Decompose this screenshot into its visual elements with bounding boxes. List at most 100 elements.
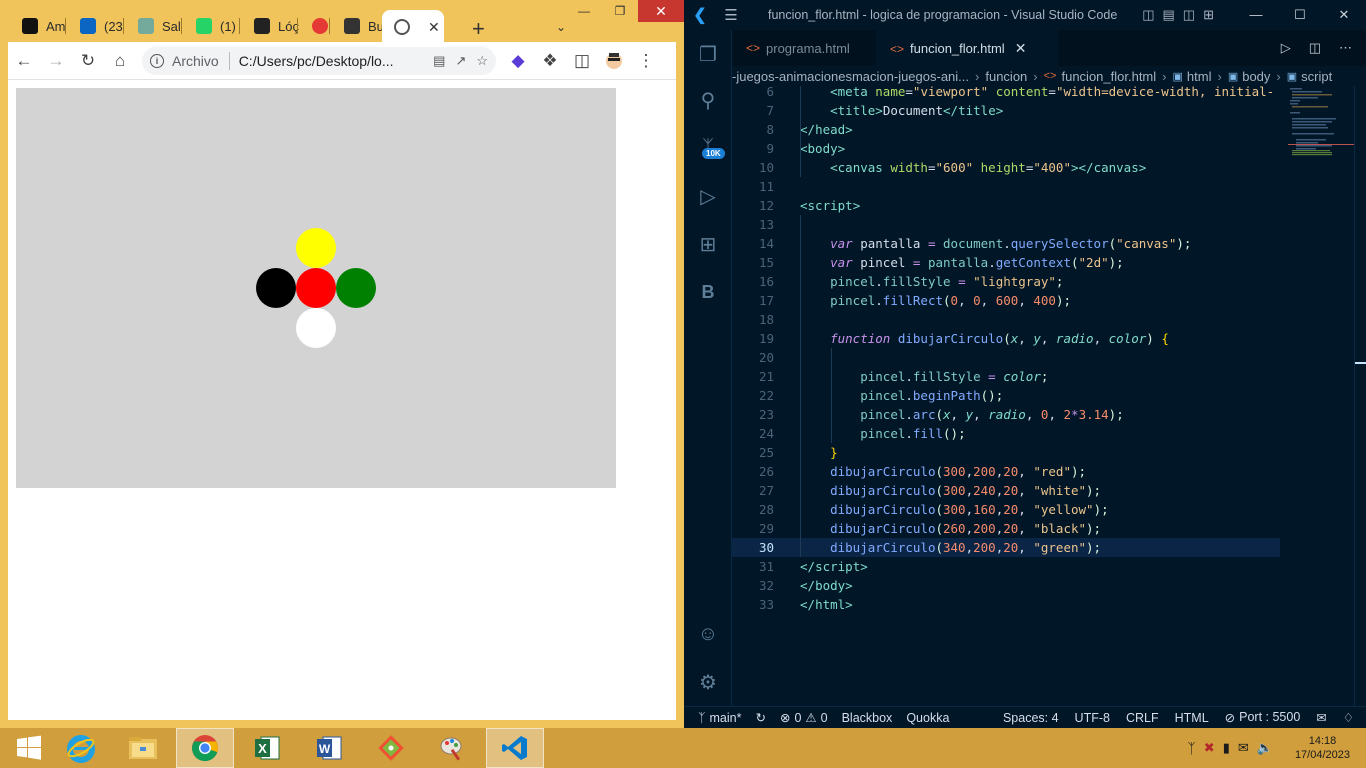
side-panel-icon[interactable]: ◫ [566,45,598,77]
profile-avatar[interactable] [598,45,630,77]
customize-layout-icon[interactable]: ⊞ [1203,7,1214,23]
code-line[interactable]: 8 </head> [732,120,1280,139]
browser-tab[interactable]: ✕ [382,10,444,44]
live-server-status[interactable]: ⊘ Port : 5500 [1225,710,1301,725]
code-line[interactable]: 27 dibujarCirculo(300,240,20, "white"); [732,481,1280,500]
tab-search-chevron-icon[interactable]: ⌄ [556,20,566,34]
browser-tab[interactable]: (1) [182,10,240,42]
code-line[interactable]: 31 </script> [732,557,1280,576]
code-line[interactable]: 19 function dibujarCirculo(x, y, radio, … [732,329,1280,348]
info-icon[interactable]: i [150,53,164,68]
breadcrumb-item[interactable]: funcion [985,69,1027,84]
feedback-icon[interactable]: ✉ [1316,710,1326,725]
browser-tab[interactable]: Sal [124,10,182,42]
word-icon[interactable]: W [300,728,358,768]
minimap[interactable] [1288,86,1354,156]
extensions-puzzle-icon[interactable]: ❖ [534,45,566,77]
code-line[interactable]: 14 var pantalla = document.querySelector… [732,234,1280,253]
indentation-status[interactable]: Spaces: 4 [1003,711,1059,725]
encoding-status[interactable]: UTF-8 [1075,711,1110,725]
explorer-icon[interactable]: ❐ [684,34,732,74]
breadcrumb-item[interactable]: <> funcion_flor.html [1044,69,1157,84]
hamburger-menu-icon[interactable]: ☰ [716,6,746,24]
code-line[interactable]: 23 pincel.arc(x, y, radio, 0, 2*3.14); [732,405,1280,424]
menu-kebab-icon[interactable]: ⋮ [630,45,662,77]
code-line[interactable]: 29 dibujarCirculo(260,200,20, "black"); [732,519,1280,538]
source-control-icon[interactable]: ᛉ10K [684,128,732,168]
vertical-scrollbar[interactable] [1354,86,1366,706]
git-icon[interactable] [362,728,420,768]
code-line[interactable]: 32 </body> [732,576,1280,595]
split-editor-icon[interactable]: ◫ [1309,40,1321,56]
extension-layers-icon[interactable]: ◆ [502,45,534,77]
code-line[interactable]: 24 pincel.fill(); [732,424,1280,443]
browser-tab[interactable]: (23 [66,10,124,42]
code-line[interactable]: 15 var pincel = pantalla.getContext("2d"… [732,253,1280,272]
notifications-bell-icon[interactable]: ♢ [1343,710,1354,725]
bluetooth-icon[interactable]: ᛉ [1187,740,1195,756]
blackbox-status[interactable]: Blackbox [842,711,893,725]
code-line[interactable]: 7 <title>Document</title> [732,101,1280,120]
breadcrumb-item[interactable]: ▣ html [1173,69,1212,84]
breadcrumb-item[interactable]: -juegos-animacionesmacion-juegos-ani... [732,69,969,84]
share-icon[interactable]: ↗ [455,53,466,69]
reload-icon[interactable]: ↻ [72,45,104,77]
code-line[interactable]: 25 } [732,443,1280,462]
vscode-icon[interactable] [486,728,544,768]
new-tab-icon[interactable]: + [472,16,485,42]
breadcrumb-item[interactable]: ▣ script [1287,69,1332,84]
code-line[interactable]: 10 <canvas width="600" height="400"></ca… [732,158,1280,177]
vs-minimize-icon[interactable]: — [1234,7,1278,23]
browser-tab[interactable]: Am [8,10,66,42]
run-debug-icon[interactable]: ▷ [684,176,732,216]
code-line[interactable]: 9 <body> [732,139,1280,158]
excel-icon[interactable]: X [238,728,296,768]
code-line[interactable]: 16 pincel.fillStyle = "lightgray"; [732,272,1280,291]
paint-icon[interactable] [424,728,482,768]
internet-explorer-icon[interactable] [52,728,110,768]
code-line[interactable]: 21 pincel.fillStyle = color; [732,367,1280,386]
vs-maximize-icon[interactable]: ☐ [1278,7,1322,23]
code-line[interactable]: 30 dibujarCirculo(340,200,20, "green"); [732,538,1280,557]
code-editor[interactable]: 6 <meta name="viewport" content="width=d… [732,86,1366,706]
tab-funcion-flor[interactable]: <> funcion_flor.html ✕ [876,30,1058,66]
power-icon[interactable]: ▮ [1223,740,1230,756]
back-icon[interactable]: ← [8,45,40,77]
file-explorer-icon[interactable] [114,728,172,768]
bookmark-star-icon[interactable]: ☆ [476,53,488,69]
breadcrumb-item[interactable]: ▣ body [1228,69,1271,84]
extensions-icon[interactable]: ⊞ [684,224,732,264]
run-icon[interactable]: ▷ [1281,40,1291,56]
code-line[interactable]: 20 [732,348,1280,367]
volume-icon[interactable]: 🔈 [1257,740,1273,756]
tab-programa[interactable]: <> programa.html [732,30,876,66]
address-bar[interactable]: i Archivo C:/Users/pc/Desktop/lo... ▤ ↗ … [142,46,496,75]
home-icon[interactable]: ⌂ [104,45,136,77]
code-line[interactable]: 26 dibujarCirculo(300,200,20, "red"); [732,462,1280,481]
forward-icon[interactable]: → [40,45,72,77]
code-line[interactable]: 18 [732,310,1280,329]
toggle-primary-sidebar-icon[interactable]: ◫ [1142,7,1154,23]
browser-tab[interactable]: Bus [330,10,390,42]
browser-tab[interactable] [298,10,330,42]
address-url[interactable]: C:/Users/pc/Desktop/lo... [239,53,423,69]
manage-gear-icon[interactable]: ⚙ [684,662,732,702]
branch-status[interactable]: ᛉ main* [698,711,741,725]
start-button[interactable] [0,728,58,768]
code-line[interactable]: 17 pincel.fillRect(0, 0, 600, 400); [732,291,1280,310]
code-line[interactable]: 33 </html> [732,595,1280,614]
toggle-secondary-sidebar-icon[interactable]: ◫ [1183,7,1195,23]
vs-close-icon[interactable]: ✕ [1322,7,1366,23]
more-actions-icon[interactable]: ⋯ [1339,40,1352,56]
code-line[interactable]: 12 <script> [732,196,1280,215]
quokka-status[interactable]: Quokka [906,711,949,725]
browser-tab[interactable]: Lóç [240,10,299,42]
chrome-icon[interactable] [176,728,234,768]
sync-status[interactable]: ↻ [755,710,765,725]
code-line[interactable]: 11 [732,177,1280,196]
eol-status[interactable]: CRLF [1126,711,1159,725]
search-icon[interactable]: ⚲ [684,80,732,120]
problems-status[interactable]: ⊗ 0 ⚠ 0 [780,710,828,726]
tab-close-icon[interactable]: ✕ [428,19,440,36]
network-icon[interactable]: ✖ [1204,740,1215,756]
